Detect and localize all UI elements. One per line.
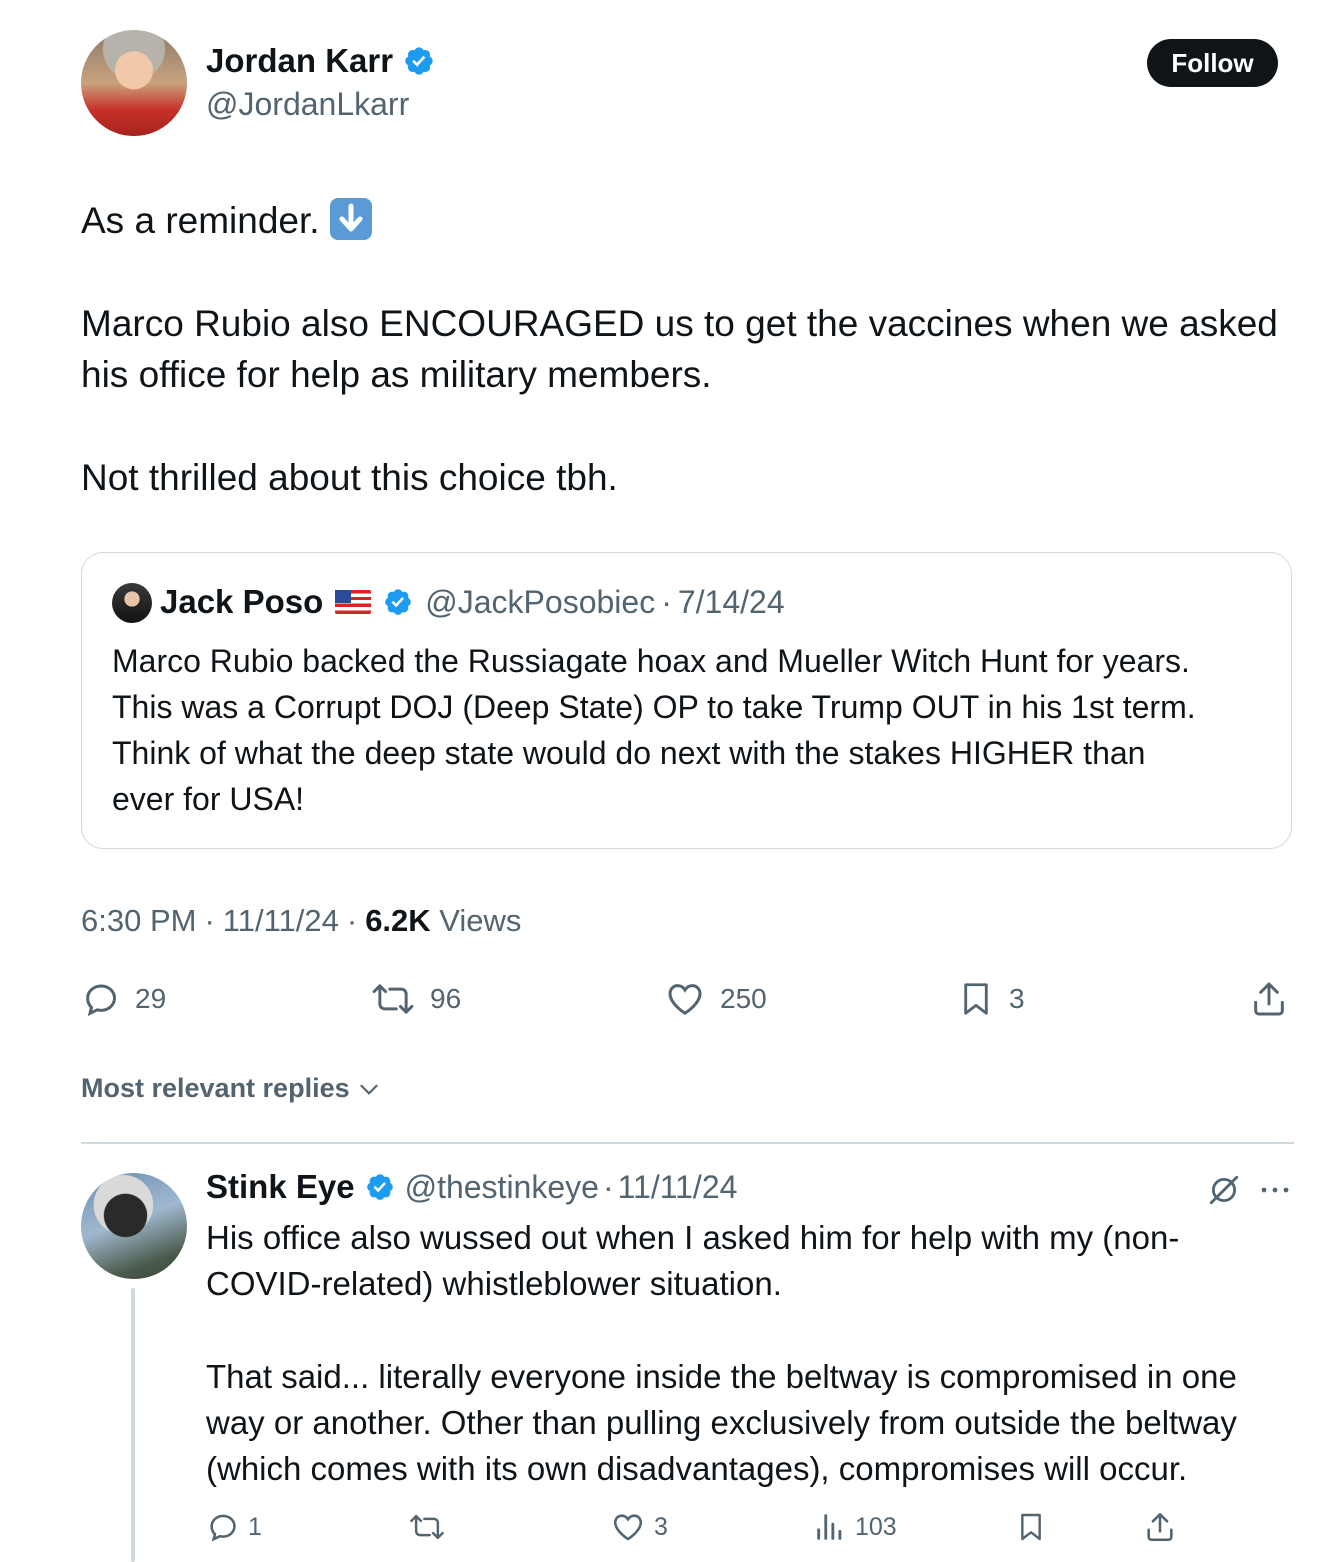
like-action[interactable]: 250 — [664, 979, 767, 1019]
reply-date[interactable]: 11/11/24 — [618, 1169, 738, 1206]
share-icon — [1147, 1512, 1173, 1542]
tweet-meta: 6:30 PM · 11/11/24 · 6.2K Views — [81, 903, 521, 939]
views-label: Views — [439, 903, 522, 938]
reply-views-count: 103 — [855, 1512, 897, 1541]
repost-icon — [372, 984, 414, 1014]
heart-icon — [668, 984, 702, 1015]
quote-sep: · — [661, 583, 672, 620]
quote-text-line3: Think of what the deep state would do ne… — [112, 735, 1146, 771]
more-options-icon[interactable] — [1259, 1176, 1291, 1204]
reply-icon — [210, 1514, 236, 1542]
reply-reply-action[interactable]: 1 — [206, 1510, 262, 1544]
reply-repost-action[interactable] — [408, 1510, 446, 1544]
us-flag-icon — [335, 590, 372, 614]
verified-badge-icon — [385, 589, 412, 615]
reply-author-name[interactable]: Stink Eye — [206, 1168, 355, 1206]
reply-text-line4: way or another. Other than pulling exclu… — [206, 1404, 1237, 1441]
views-count: 6.2K — [365, 903, 431, 938]
verified-badge-icon — [405, 47, 433, 75]
bookmark-action[interactable]: 3 — [957, 979, 1025, 1019]
author-name-row[interactable]: Jordan Karr — [206, 42, 435, 80]
reply-like-action[interactable]: 3 — [610, 1510, 668, 1544]
quote-text-line2: This was a Corrupt DOJ (Deep State) OP t… — [112, 689, 1196, 725]
quote-author-avatar[interactable] — [112, 583, 152, 623]
tweet-date[interactable]: 11/11/24 — [223, 903, 339, 939]
bookmark-icon — [1021, 1513, 1041, 1541]
reply-like-count: 3 — [654, 1512, 668, 1541]
repost-icon — [410, 1514, 444, 1540]
divider — [81, 1142, 1294, 1144]
tweet-text-line2: Marco Rubio also ENCOURAGED us to get th… — [81, 303, 1278, 344]
reply-action[interactable]: 29 — [81, 979, 166, 1019]
quote-author-name[interactable]: Jack Poso — [160, 583, 323, 621]
author-avatar[interactable] — [81, 30, 187, 136]
tweet-text-line1-row: As a reminder. — [81, 195, 372, 246]
repost-action[interactable]: 96 — [370, 979, 461, 1019]
tweet-text-line1: As a reminder. — [81, 200, 320, 241]
tweet-text-line3: his office for help as military members. — [81, 354, 712, 395]
like-count: 250 — [720, 983, 767, 1014]
reply-count: 29 — [135, 983, 167, 1014]
replies-sort-label: Most relevant replies — [81, 1073, 350, 1103]
author-handle[interactable]: @JordanLkarr — [206, 86, 409, 123]
heart-icon — [613, 1514, 643, 1541]
reply-share-action[interactable] — [1143, 1510, 1177, 1544]
tweet-text-line4: Not thrilled about this choice tbh. — [81, 457, 618, 498]
replies-sort-dropdown[interactable]: Most relevant replies — [81, 1073, 382, 1104]
reply-author-avatar[interactable] — [81, 1173, 187, 1279]
quote-author-handle[interactable]: @JackPosobiec — [425, 584, 655, 621]
chevron-down-icon — [359, 1084, 378, 1095]
author-name[interactable]: Jordan Karr — [206, 42, 393, 80]
repost-count: 96 — [430, 983, 462, 1014]
bookmark-count: 3 — [1009, 983, 1025, 1014]
reply-sep: · — [602, 1168, 614, 1205]
reply-header: Stink Eye @thestinkeye · 11/11/24 — [206, 1168, 737, 1206]
quote-header: Jack Poso @JackPosobiec · 7/14/24 — [160, 583, 785, 621]
reply-views-action[interactable]: 103 — [813, 1510, 897, 1544]
reply-icon — [86, 984, 117, 1017]
grok-icon[interactable] — [1207, 1173, 1241, 1207]
quote-text-line1: Marco Rubio backed the Russiagate hoax a… — [112, 643, 1190, 679]
share-action[interactable] — [1249, 979, 1289, 1019]
quote-text-line4: ever for USA! — [112, 781, 305, 817]
tweet-meta-sep: · — [204, 903, 215, 938]
down-arrow-emoji-icon — [329, 198, 372, 240]
follow-button[interactable]: Follow — [1147, 39, 1278, 87]
share-icon — [1254, 982, 1284, 1016]
views-icon — [817, 1514, 842, 1540]
tweet-meta-sep: · — [346, 903, 358, 938]
thread-connector-line — [131, 1288, 135, 1562]
reply-text-line1: His office also wussed out when I asked … — [206, 1219, 1180, 1256]
reply-bookmark-action[interactable] — [1015, 1510, 1047, 1544]
tweet-time[interactable]: 6:30 PM — [81, 903, 196, 939]
quote-date[interactable]: 7/14/24 — [678, 584, 785, 621]
reply-author-handle[interactable]: @thestinkeye — [405, 1169, 599, 1206]
reply-text-line5: (which comes with its own disadvantages)… — [206, 1450, 1188, 1487]
verified-badge-icon — [366, 1174, 393, 1200]
reply-text-line2: COVID-related) whistleblower situation. — [206, 1265, 782, 1302]
bookmark-icon — [964, 983, 988, 1015]
reply-reply-count: 1 — [248, 1512, 262, 1541]
reply-text-line3: That said... literally everyone inside t… — [206, 1358, 1237, 1395]
